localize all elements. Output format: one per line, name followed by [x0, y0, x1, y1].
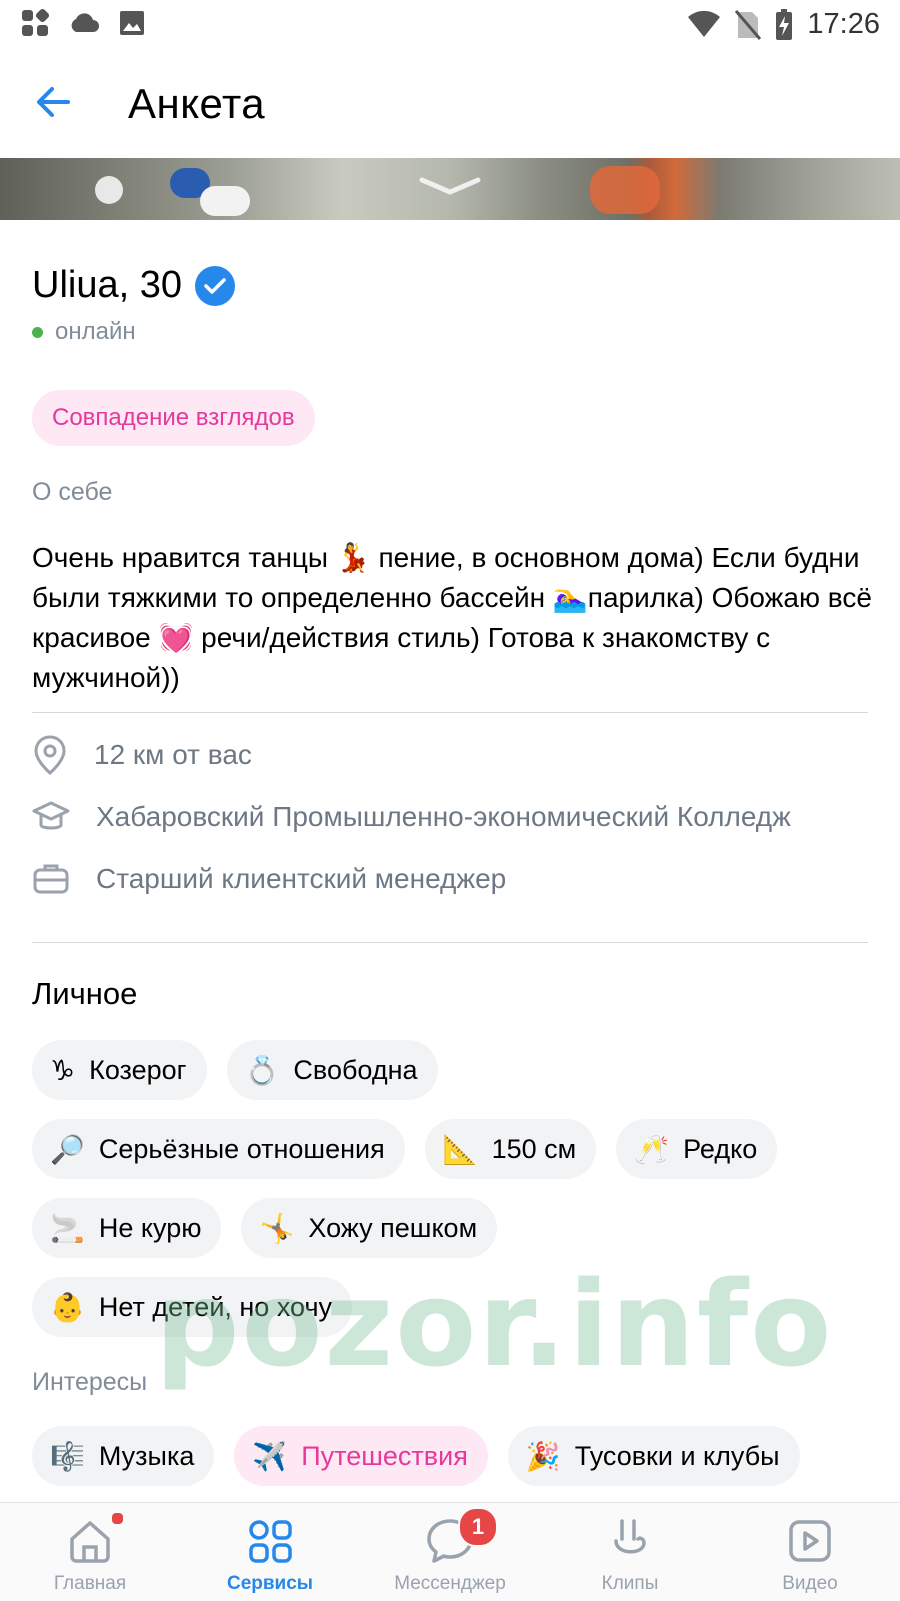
tab-label: Сервисы [226, 1573, 314, 1594]
ruler-icon: 📐 [442, 1132, 478, 1166]
match-badge[interactable]: Совпадение взглядов [32, 390, 315, 446]
bottom-tab-bar: Главная Сервисы 1 Мессенджер Клипы Видео [0, 1502, 900, 1601]
personal-chips-row: ♑ Козерог 💍 Свободна [32, 1040, 438, 1100]
image-icon [120, 11, 144, 35]
tab-label: Мессенджер [394, 1573, 506, 1594]
music-score-icon: 🎼 [50, 1439, 85, 1473]
chip-interest-parties[interactable]: 🎉 Тусовки и клубы [507, 1426, 800, 1486]
ring-icon: 💍 [244, 1053, 280, 1087]
page-title: Анкета [128, 80, 266, 127]
personal-chips-row: 👶 Нет детей, но хочу [32, 1277, 353, 1337]
online-status-text: онлайн [55, 318, 136, 345]
status-bar: 17:26 [0, 0, 900, 50]
services-icon [249, 1520, 292, 1563]
notification-dot [110, 1511, 125, 1526]
chip-sport[interactable]: 🤸 Хожу пешком [241, 1198, 498, 1258]
chip-children[interactable]: 👶 Нет детей, но хочу [32, 1277, 353, 1337]
chip-goal[interactable]: 🔎 Серьёзные отношения [32, 1119, 405, 1179]
chip-relationship[interactable]: 💍 Свободна [226, 1040, 438, 1100]
video-icon [789, 1520, 831, 1562]
airplane-icon: ✈️ [252, 1439, 288, 1473]
personal-chips-row: 🚬 Не курю 🤸 Хожу пешком [32, 1198, 498, 1258]
baby-icon: 👶 [50, 1290, 85, 1324]
tab-label: Главная [53, 1573, 127, 1594]
verified-icon [194, 265, 235, 306]
info-row-education: Хабаровский Промышленно-экономический Ко… [32, 797, 791, 837]
tab-messenger[interactable]: 1 Мессенджер [360, 1503, 540, 1601]
cloud-icon [71, 13, 99, 32]
back-button[interactable] [30, 76, 82, 128]
home-icon [70, 1521, 110, 1563]
battery-charging-icon [776, 8, 793, 40]
profile-name: Uliua, 30 [32, 264, 182, 306]
about-text: Очень нравится танцы 💃 пение, в основном… [32, 542, 872, 693]
tab-services[interactable]: Сервисы [180, 1503, 360, 1601]
apps-icon [22, 8, 50, 36]
info-text: Хабаровский Промышленно-экономический Ко… [96, 801, 791, 832]
chip-smoking[interactable]: 🚬 Не курю [32, 1198, 222, 1258]
online-dot-icon [32, 326, 43, 338]
graduation-cap-icon [32, 801, 70, 830]
chip-alcohol[interactable]: 🥂 Редко [616, 1119, 778, 1179]
personal-title: Личное [32, 976, 138, 1011]
location-pin-icon [34, 735, 66, 775]
briefcase-icon [33, 864, 69, 894]
chevron-down-icon[interactable] [418, 176, 482, 198]
app-header: Анкета [0, 50, 900, 158]
wifi-icon [688, 10, 721, 37]
clips-icon [614, 1519, 646, 1554]
personal-chips-row: 🔎 Серьёзные отношения 📐 150 см 🥂 Редко [32, 1119, 778, 1179]
info-text: Старший клиентский менеджер [96, 863, 507, 894]
interests-chips-row: 🎼 Музыка ✈️ Путешествия 🎉 Тусовки и клубы [32, 1426, 800, 1486]
status-time: 17:26 [807, 8, 880, 40]
messenger-badge: 1 [458, 1507, 498, 1547]
profile-name-row: Uliua, 30 [32, 264, 236, 307]
interests-label: Интересы [32, 1368, 148, 1396]
champagne-icon: 🥂 [634, 1132, 670, 1166]
divider [32, 942, 868, 943]
profile-photo[interactable] [0, 158, 900, 220]
no-sim-icon [735, 9, 762, 40]
tab-clips[interactable]: Клипы [540, 1503, 720, 1601]
tab-label: Клипы [601, 1573, 659, 1594]
chip-interest-music[interactable]: 🎼 Музыка [32, 1426, 215, 1486]
capricorn-icon: ♑ [50, 1053, 76, 1087]
tab-video[interactable]: Видео [720, 1503, 900, 1601]
gymnast-icon: 🤸 [259, 1211, 295, 1245]
info-row-distance: 12 км от вас [32, 734, 252, 776]
chip-height[interactable]: 📐 150 см [424, 1119, 597, 1179]
online-status: онлайн [32, 318, 136, 346]
divider [32, 712, 868, 713]
party-popper-icon: 🎉 [525, 1439, 561, 1473]
chip-interest-travel[interactable]: ✈️ Путешествия [234, 1426, 488, 1486]
cigarette-icon: 🚬 [50, 1211, 85, 1245]
info-text: 12 км от вас [94, 739, 252, 770]
tab-label: Видео [782, 1573, 838, 1594]
about-label: О себе [32, 478, 113, 506]
chip-zodiac[interactable]: ♑ Козерог [32, 1040, 207, 1100]
magnifier-icon: 🔎 [50, 1132, 85, 1166]
info-row-job: Старший клиентский менеджер [32, 860, 506, 898]
tab-home[interactable]: Главная [0, 1503, 180, 1601]
arrow-left-icon [37, 87, 70, 117]
